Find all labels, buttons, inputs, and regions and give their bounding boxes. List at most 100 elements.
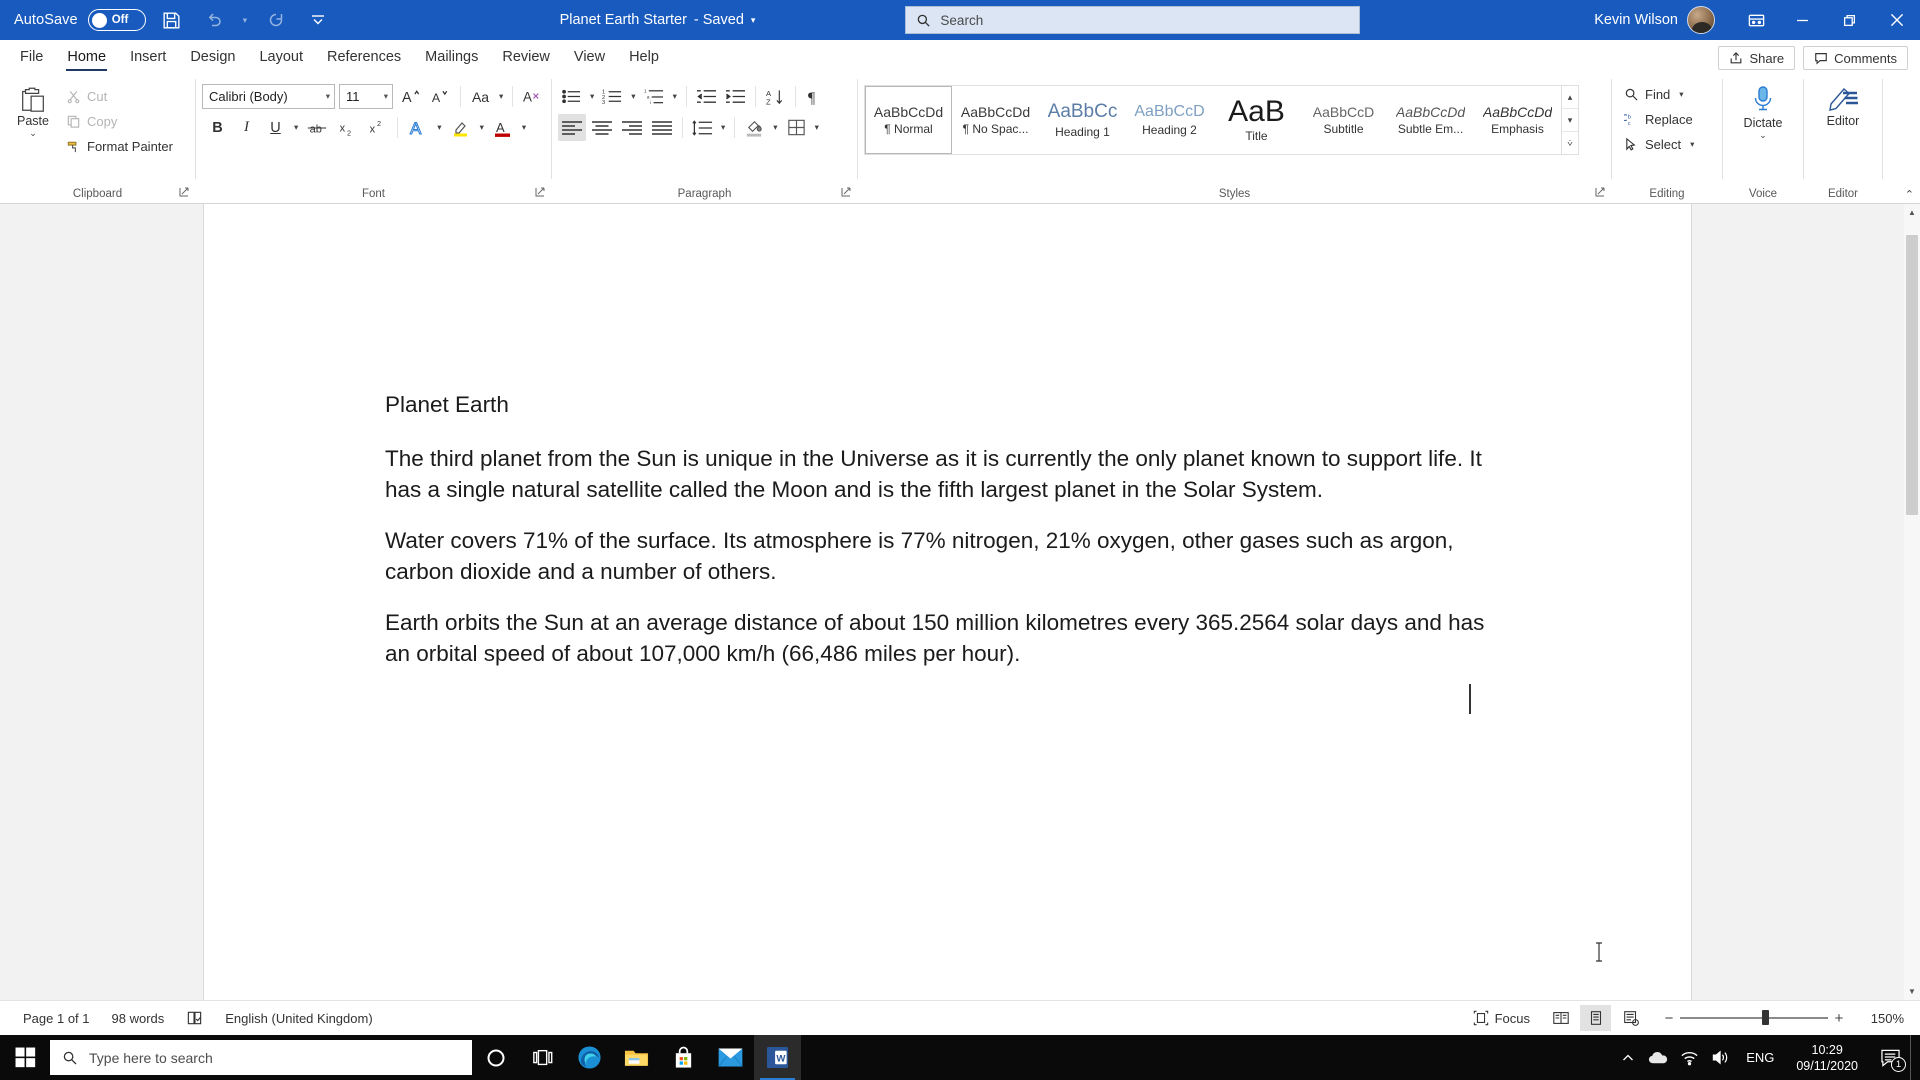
paste-dropdown-caret[interactable]: ⌄: [29, 129, 37, 138]
find-button[interactable]: Find ▾: [1618, 83, 1703, 105]
style-item-normal[interactable]: AaBbCcDd ¶ Normal: [865, 86, 952, 154]
subscript-icon[interactable]: x2: [333, 114, 361, 141]
document-vertical-scrollbar[interactable]: ▲ ▼: [1904, 204, 1920, 1000]
zoom-slider[interactable]: − +: [1650, 1010, 1858, 1027]
read-mode-icon[interactable]: [1545, 1005, 1576, 1031]
page-number-status[interactable]: Page 1 of 1: [12, 1011, 101, 1026]
grow-font-icon[interactable]: A: [398, 83, 425, 110]
scrollbar-track[interactable]: [1904, 221, 1920, 983]
decrease-indent-icon[interactable]: [693, 83, 720, 110]
style-item-subtitle[interactable]: AaBbCcD Subtitle: [1300, 86, 1387, 154]
avatar[interactable]: [1687, 6, 1715, 34]
redo-icon[interactable]: [260, 5, 292, 35]
tab-references[interactable]: References: [315, 42, 413, 73]
replace-button[interactable]: b c Replace: [1618, 108, 1703, 130]
style-item-no-spacing[interactable]: AaBbCcDd ¶ No Spac...: [952, 86, 1039, 154]
justify-icon[interactable]: [648, 114, 676, 141]
web-layout-icon[interactable]: [1615, 1005, 1646, 1031]
scroll-up-icon[interactable]: ▲: [1904, 204, 1920, 221]
undo-dropdown-caret[interactable]: ▾: [240, 15, 250, 26]
undo-icon[interactable]: [198, 5, 230, 35]
increase-indent-icon[interactable]: [722, 83, 749, 110]
zoom-level-label[interactable]: 150%: [1862, 1011, 1910, 1026]
multilevel-caret-icon[interactable]: ▾: [670, 91, 680, 102]
dialog-launcher-icon[interactable]: [1595, 187, 1605, 200]
windows-start-icon[interactable]: [0, 1035, 50, 1080]
style-item-subtle-emphasis[interactable]: AaBbCcDd Subtle Em...: [1387, 86, 1474, 154]
language-status[interactable]: English (United Kingdom): [214, 1011, 383, 1026]
focus-mode-button[interactable]: Focus: [1462, 1010, 1541, 1026]
chevron-down-icon[interactable]: ▾: [1562, 109, 1578, 132]
microsoft-edge-icon[interactable]: [566, 1035, 613, 1080]
shading-caret-icon[interactable]: ▾: [770, 122, 780, 133]
cortana-icon[interactable]: [472, 1035, 519, 1080]
taskbar-search-input[interactable]: Type here to search: [50, 1040, 472, 1075]
multilevel-list-icon[interactable]: 1 a i: [641, 83, 668, 110]
tab-mailings[interactable]: Mailings: [413, 42, 490, 73]
onedrive-cloud-icon[interactable]: [1643, 1035, 1674, 1080]
taskbar-clock[interactable]: 10:29 09/11/2020: [1784, 1042, 1870, 1074]
tab-review[interactable]: Review: [490, 42, 562, 73]
wifi-icon[interactable]: [1674, 1035, 1705, 1080]
search-input[interactable]: Search: [905, 6, 1361, 34]
microsoft-store-icon[interactable]: [660, 1035, 707, 1080]
style-item-title[interactable]: AaB Title: [1213, 86, 1300, 154]
font-color-caret-icon[interactable]: ▾: [519, 122, 529, 133]
zoom-track[interactable]: [1680, 1010, 1828, 1026]
font-size-caret-icon[interactable]: ▾: [384, 91, 388, 102]
find-caret-icon[interactable]: ▾: [1676, 89, 1686, 100]
tab-layout[interactable]: Layout: [247, 42, 315, 73]
format-painter-button[interactable]: Format Painter: [60, 135, 179, 157]
taskbar-language[interactable]: ENG: [1736, 1050, 1784, 1065]
change-case-icon[interactable]: Aa: [467, 83, 494, 110]
chevron-up-icon[interactable]: ▴: [1562, 86, 1578, 109]
align-right-icon[interactable]: [618, 114, 646, 141]
more-styles-icon[interactable]: ⩒: [1562, 132, 1578, 154]
tab-home[interactable]: Home: [55, 42, 118, 73]
scrollbar-thumb[interactable]: [1906, 235, 1918, 515]
font-color-icon[interactable]: A: [489, 114, 517, 141]
highlight-caret-icon[interactable]: ▾: [477, 122, 487, 133]
tab-design[interactable]: Design: [178, 42, 247, 73]
dialog-launcher-icon[interactable]: [535, 187, 545, 200]
dialog-launcher-icon[interactable]: [179, 187, 189, 200]
borders-caret-icon[interactable]: ▾: [812, 122, 822, 133]
dialog-launcher-icon[interactable]: [841, 187, 851, 200]
style-item-emphasis[interactable]: AaBbCcDd Emphasis: [1474, 86, 1561, 154]
font-name-combobox[interactable]: Calibri (Body) ▾: [202, 84, 335, 109]
chevron-down-icon[interactable]: ▾: [751, 15, 756, 26]
numbering-icon[interactable]: 1 2 3: [599, 83, 626, 110]
close-icon[interactable]: [1873, 0, 1920, 40]
text-effects-icon[interactable]: A: [404, 114, 432, 141]
share-button[interactable]: Share: [1718, 46, 1796, 70]
text-effects-caret-icon[interactable]: ▾: [434, 122, 444, 133]
tab-insert[interactable]: Insert: [118, 42, 178, 73]
microsoft-word-icon[interactable]: W: [754, 1035, 801, 1080]
tab-view[interactable]: View: [562, 42, 617, 73]
style-item-heading-2[interactable]: AaBbCcD Heading 2: [1126, 86, 1213, 154]
editor-button[interactable]: Editor: [1811, 80, 1875, 128]
italic-button[interactable]: I: [233, 114, 260, 141]
styles-gallery-scroll[interactable]: ▴ ▾ ⩒: [1561, 86, 1578, 154]
change-case-caret-icon[interactable]: ▾: [496, 91, 506, 102]
text-highlight-color-icon[interactable]: [447, 114, 475, 141]
select-caret-icon[interactable]: ▾: [1687, 139, 1697, 150]
zoom-out-icon[interactable]: −: [1658, 1010, 1680, 1027]
dictate-dropdown-caret[interactable]: ⌄: [1759, 131, 1767, 140]
font-size-combobox[interactable]: 11 ▾: [339, 84, 393, 109]
strikethrough-icon[interactable]: ab: [303, 114, 331, 141]
select-button[interactable]: Select ▾: [1618, 133, 1703, 155]
bullets-caret-icon[interactable]: ▾: [587, 91, 597, 102]
zoom-thumb[interactable]: [1762, 1010, 1769, 1026]
speaker-icon[interactable]: [1705, 1035, 1736, 1080]
document-body[interactable]: Planet Earth The third planet from the S…: [204, 204, 1691, 670]
paste-button[interactable]: Paste ⌄: [6, 80, 60, 138]
comments-button[interactable]: Comments: [1803, 46, 1908, 70]
word-count-status[interactable]: 98 words: [101, 1011, 176, 1026]
bullets-icon[interactable]: [558, 83, 585, 110]
file-explorer-icon[interactable]: [613, 1035, 660, 1080]
font-name-caret-icon[interactable]: ▾: [326, 91, 330, 102]
chevron-up-icon[interactable]: [1612, 1035, 1643, 1080]
ribbon-display-options-icon[interactable]: [1733, 0, 1779, 40]
show-formatting-marks-icon[interactable]: ¶: [802, 83, 829, 110]
